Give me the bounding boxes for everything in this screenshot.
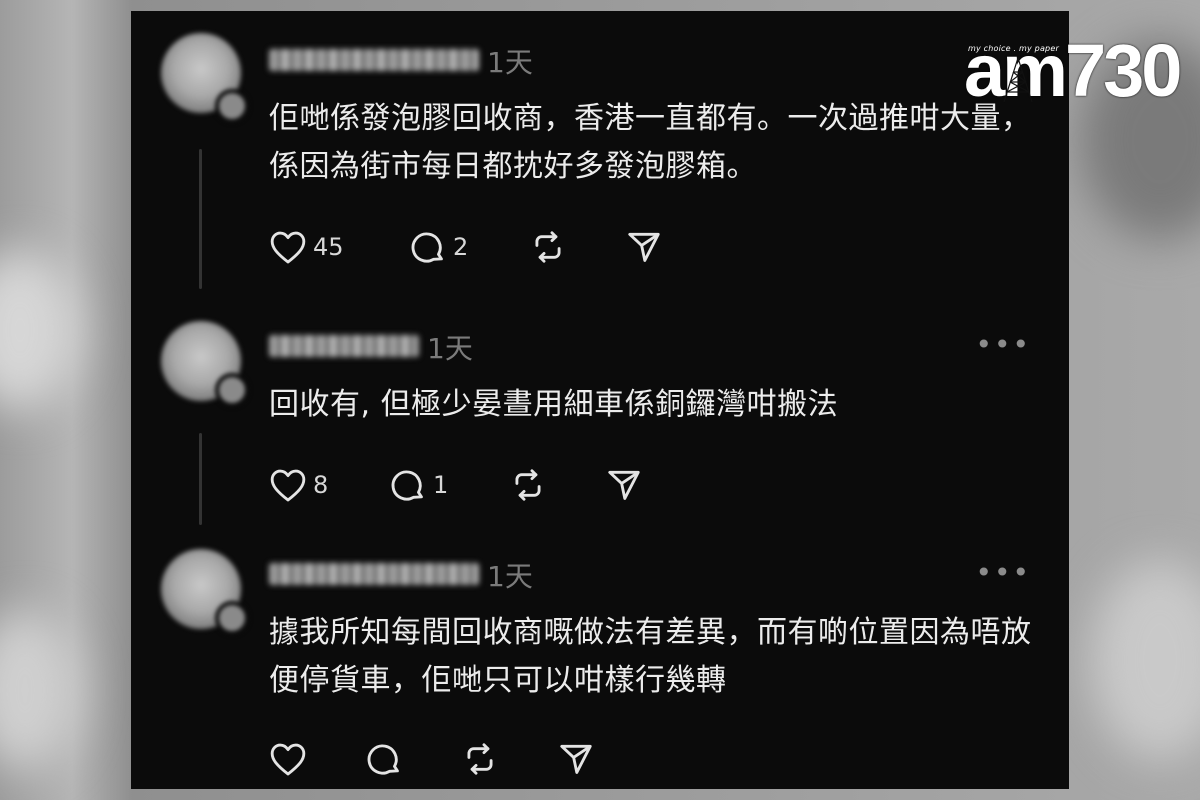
post-actions <box>269 739 595 779</box>
like-button[interactable]: 45 <box>269 229 409 265</box>
repost-icon <box>509 466 547 504</box>
repost-button[interactable] <box>529 228 625 266</box>
post-time: 1天 <box>487 46 533 79</box>
brand-tagline: my choice . my paper <box>968 44 1059 53</box>
post-time: 1天 <box>427 332 473 365</box>
repost-icon <box>529 228 567 266</box>
post-text: 據我所知每間回收商嘅做法有差異，而有啲位置因為唔放便停貨車，佢哋只可以咁樣行幾轉 <box>269 615 1032 698</box>
username-blurred[interactable] <box>269 563 479 585</box>
username-blurred[interactable] <box>269 49 479 71</box>
comment-icon <box>365 740 403 778</box>
post-time: 1天 <box>487 560 533 593</box>
share-icon <box>625 228 663 266</box>
reply-button[interactable]: 2 <box>409 228 529 266</box>
like-button[interactable] <box>269 741 365 777</box>
follow-badge-icon[interactable] <box>215 373 249 407</box>
like-count: 45 <box>313 233 344 261</box>
more-icon[interactable]: ••• <box>975 559 1031 587</box>
share-button[interactable] <box>625 228 663 266</box>
comment-icon <box>389 466 427 504</box>
thread-line <box>199 433 202 525</box>
heart-icon <box>269 229 307 265</box>
follow-badge-icon[interactable] <box>215 601 249 635</box>
reply-count: 1 <box>433 471 449 499</box>
reply-button[interactable]: 1 <box>389 466 509 504</box>
share-icon <box>605 466 643 504</box>
more-icon[interactable]: ••• <box>975 331 1031 359</box>
post-text: 佢哋係發泡膠回收商，香港一直都有。一次過推咁大量，係因為街市每日都抌好多發泡膠箱… <box>269 101 1032 184</box>
threads-screenshot-panel: 1天 佢哋係發泡膠回收商，香港一直都有。一次過推咁大量，係因為街市每日都抌好多發… <box>131 11 1069 789</box>
repost-button[interactable] <box>461 740 557 778</box>
post-text: 回收有, 但極少晏晝用細車係銅鑼灣咁搬法 <box>269 387 839 422</box>
reply-button[interactable] <box>365 740 461 778</box>
reply-count: 2 <box>453 233 469 261</box>
heart-icon <box>269 741 307 777</box>
like-count: 8 <box>313 471 329 499</box>
share-icon <box>557 740 595 778</box>
tower-logo-icon <box>1003 56 1033 103</box>
post-actions: 45 2 <box>269 227 663 267</box>
repost-button[interactable] <box>509 466 605 504</box>
like-button[interactable]: 8 <box>269 467 389 503</box>
repost-icon <box>461 740 499 778</box>
thread-line <box>199 149 202 289</box>
share-button[interactable] <box>557 740 595 778</box>
post-actions: 8 1 <box>269 465 643 505</box>
comment-icon <box>409 228 447 266</box>
username-blurred[interactable] <box>269 335 419 357</box>
heart-icon <box>269 467 307 503</box>
share-button[interactable] <box>605 466 643 504</box>
follow-badge-icon[interactable] <box>215 89 249 123</box>
